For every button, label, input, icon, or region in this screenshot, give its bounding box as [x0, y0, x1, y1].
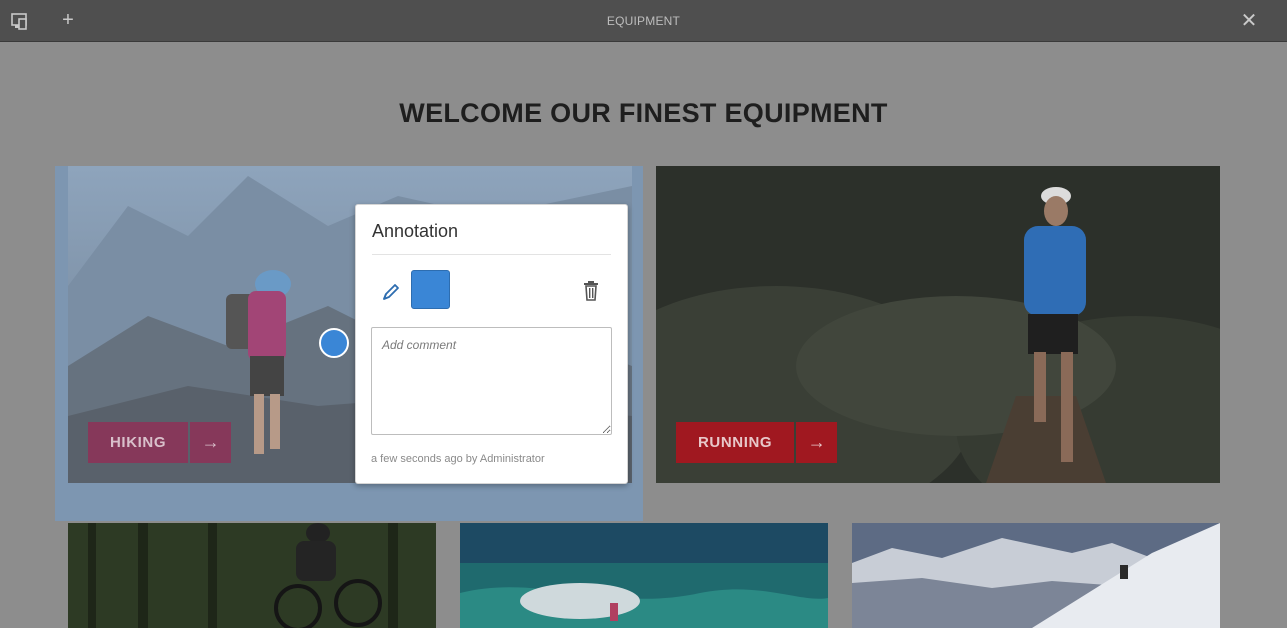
trash-icon[interactable] [581, 280, 601, 302]
annotation-marker[interactable] [319, 328, 349, 358]
pen-icon[interactable] [380, 281, 402, 303]
skiing-image[interactable] [852, 523, 1220, 628]
running-button[interactable]: RUNNING [676, 422, 795, 463]
close-icon[interactable]: ✕ [1239, 11, 1259, 31]
running-cta[interactable]: RUNNING → [676, 422, 838, 463]
color-swatch[interactable] [411, 270, 450, 309]
arrow-right-icon[interactable]: → [796, 422, 838, 463]
hiking-button[interactable]: HIKING [88, 422, 189, 463]
comment-input[interactable] [371, 327, 612, 435]
annotation-popover: Annotation a few seconds ago by Administ… [355, 204, 628, 484]
arrow-right-icon[interactable]: → [190, 422, 232, 463]
top-toolbar: + EQUIPMENT ✕ [0, 0, 1287, 42]
page-title: WELCOME OUR FINEST EQUIPMENT [399, 98, 888, 128]
toolbar-title: EQUIPMENT [606, 14, 681, 28]
surfing-image[interactable] [460, 523, 828, 628]
divider [372, 254, 611, 255]
annotation-title: Annotation [372, 221, 459, 241]
hiking-cta[interactable]: HIKING → [88, 422, 232, 463]
annotation-meta: a few seconds ago by Administrator [371, 453, 545, 465]
biking-image[interactable] [68, 523, 436, 628]
